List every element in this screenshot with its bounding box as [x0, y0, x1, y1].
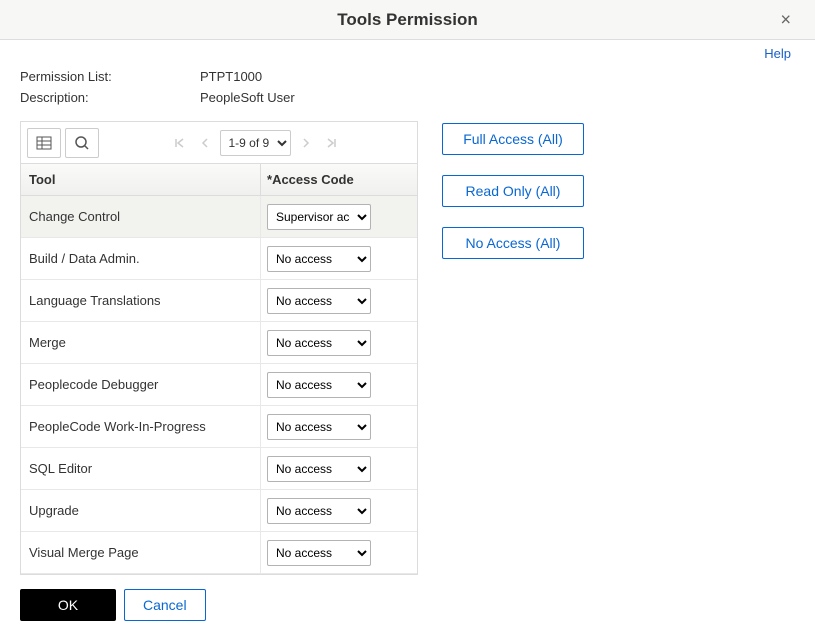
tool-cell: Peoplecode Debugger — [21, 364, 261, 405]
access-cell: Supervisor accNo accessRead onlyFull acc… — [261, 196, 417, 237]
no-access-all-button[interactable]: No Access (All) — [442, 227, 584, 259]
modal-title: Tools Permission — [337, 10, 477, 30]
footer: OK Cancel — [20, 589, 795, 621]
main-area: 1-9 of 9 Tool *Access Code Change Contro… — [20, 121, 795, 575]
tool-cell: Build / Data Admin. — [21, 238, 261, 279]
pagination: 1-9 of 9 — [99, 130, 411, 156]
grid-settings-button[interactable] — [27, 128, 61, 158]
full-access-all-button[interactable]: Full Access (All) — [442, 123, 584, 155]
tool-cell: Upgrade — [21, 490, 261, 531]
table-row: PeopleCode Work-In-ProgressSupervisor ac… — [21, 406, 417, 448]
permission-list-value: PTPT1000 — [200, 69, 262, 84]
table-row: MergeSupervisor accNo accessRead onlyFul… — [21, 322, 417, 364]
ok-button[interactable]: OK — [20, 589, 116, 621]
grid-icon — [36, 135, 52, 151]
info-section: Permission List: PTPT1000 Description: P… — [20, 69, 795, 105]
grid-header: Tool *Access Code — [21, 164, 417, 196]
help-link[interactable]: Help — [764, 46, 791, 61]
last-page-button[interactable] — [321, 133, 341, 153]
tool-cell: Change Control — [21, 196, 261, 237]
access-code-select[interactable]: Supervisor accNo accessRead onlyFull acc… — [267, 456, 371, 482]
chevron-right-icon — [301, 137, 311, 149]
access-cell: Supervisor accNo accessRead onlyFull acc… — [261, 322, 417, 363]
tool-cell: Visual Merge Page — [21, 532, 261, 573]
access-code-select[interactable]: Supervisor accNo accessRead onlyFull acc… — [267, 246, 371, 272]
table-row: Build / Data Admin.Supervisor accNo acce… — [21, 238, 417, 280]
table-row: Peoplecode DebuggerSupervisor accNo acce… — [21, 364, 417, 406]
table-row: Language TranslationsSupervisor accNo ac… — [21, 280, 417, 322]
tool-cell: Merge — [21, 322, 261, 363]
tool-cell: Language Translations — [21, 280, 261, 321]
table-row: Visual Merge PageSupervisor accNo access… — [21, 532, 417, 574]
permission-list-label: Permission List: — [20, 69, 200, 84]
access-code-select[interactable]: Supervisor accNo accessRead onlyFull acc… — [267, 414, 371, 440]
action-buttons: Full Access (All) Read Only (All) No Acc… — [442, 121, 584, 259]
chevron-left-icon — [200, 137, 210, 149]
table-row: SQL EditorSupervisor accNo accessRead on… — [21, 448, 417, 490]
col-header-tool[interactable]: Tool — [21, 164, 261, 195]
tool-cell: PeopleCode Work-In-Progress — [21, 406, 261, 447]
description-value: PeopleSoft User — [200, 90, 295, 105]
access-cell: Supervisor accNo accessRead onlyFull acc… — [261, 490, 417, 531]
col-header-access[interactable]: *Access Code — [261, 164, 417, 195]
access-code-select[interactable]: Supervisor accNo accessRead onlyFull acc… — [267, 498, 371, 524]
search-button[interactable] — [65, 128, 99, 158]
table-row: UpgradeSupervisor accNo accessRead onlyF… — [21, 490, 417, 532]
access-code-select[interactable]: Supervisor accNo accessRead onlyFull acc… — [267, 288, 371, 314]
access-code-select[interactable]: Supervisor accNo accessRead onlyFull acc… — [267, 330, 371, 356]
close-button[interactable]: × — [776, 5, 795, 34]
info-row-permission: Permission List: PTPT1000 — [20, 69, 795, 84]
grid-container: 1-9 of 9 Tool *Access Code Change Contro… — [20, 121, 418, 575]
cancel-button[interactable]: Cancel — [124, 589, 206, 621]
prev-page-button[interactable] — [196, 133, 214, 153]
col-header-access-label: Access Code — [272, 172, 354, 187]
access-code-select[interactable]: Supervisor accNo accessRead onlyFull acc… — [267, 372, 371, 398]
read-only-all-button[interactable]: Read Only (All) — [442, 175, 584, 207]
access-cell: Supervisor accNo accessRead onlyFull acc… — [261, 532, 417, 573]
grid-body: Change ControlSupervisor accNo accessRea… — [21, 196, 417, 574]
first-page-button[interactable] — [170, 133, 190, 153]
access-code-select[interactable]: Supervisor accNo accessRead onlyFull acc… — [267, 204, 371, 230]
page-select[interactable]: 1-9 of 9 — [220, 130, 291, 156]
access-cell: Supervisor accNo accessRead onlyFull acc… — [261, 280, 417, 321]
search-icon — [74, 135, 90, 151]
grid-toolbar: 1-9 of 9 — [21, 122, 417, 164]
access-code-select[interactable]: Supervisor accNo accessRead onlyFull acc… — [267, 540, 371, 566]
tool-cell: SQL Editor — [21, 448, 261, 489]
table-row: Change ControlSupervisor accNo accessRea… — [21, 196, 417, 238]
info-row-description: Description: PeopleSoft User — [20, 90, 795, 105]
next-page-button[interactable] — [297, 133, 315, 153]
first-page-icon — [174, 137, 186, 149]
content-area: Permission List: PTPT1000 Description: P… — [0, 61, 815, 641]
description-label: Description: — [20, 90, 200, 105]
access-cell: Supervisor accNo accessRead onlyFull acc… — [261, 238, 417, 279]
access-cell: Supervisor accNo accessRead onlyFull acc… — [261, 406, 417, 447]
toolbar-left — [27, 128, 99, 158]
help-row: Help — [0, 40, 815, 61]
modal-header: Tools Permission × — [0, 0, 815, 40]
last-page-icon — [325, 137, 337, 149]
access-cell: Supervisor accNo accessRead onlyFull acc… — [261, 364, 417, 405]
access-cell: Supervisor accNo accessRead onlyFull acc… — [261, 448, 417, 489]
